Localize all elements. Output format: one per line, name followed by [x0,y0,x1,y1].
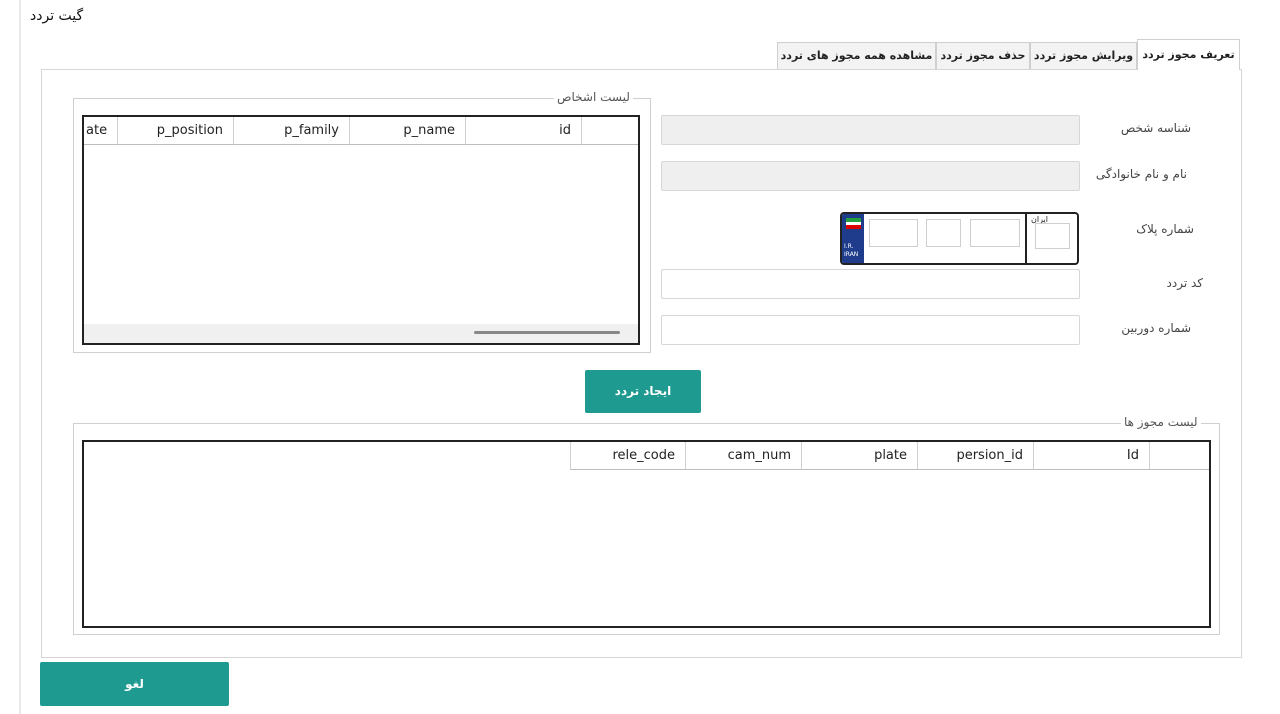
row-header-column [1150,442,1209,470]
person-id-label: شناسه شخص [1120,121,1191,135]
license-plate-input: I.R. IRAN ایران [840,212,1079,265]
permits-list-title: لیست مجوز ها [1121,415,1201,429]
plate-country-strip: I.R. IRAN [842,214,864,263]
tab-define-permit[interactable]: تعریف مجوز تردد [1137,39,1240,70]
column-header[interactable]: plate [802,442,918,470]
window-border [19,0,21,714]
column-header[interactable]: persion_id [918,442,1034,470]
person-id-field[interactable] [661,115,1080,145]
traffic-code-label: کد تردد [1166,276,1203,290]
column-header[interactable]: rele_code [570,442,686,470]
camera-number-field[interactable] [661,315,1080,345]
plate-label: شماره پلاک [1136,222,1194,236]
traffic-code-field[interactable] [661,269,1080,299]
column-header[interactable]: p_position [118,117,234,145]
persons-table[interactable]: ate p_position p_family p_name id [82,115,640,345]
column-header[interactable]: id [466,117,582,145]
column-header[interactable]: cam_num [686,442,802,470]
window-title: گیت تردد [30,8,84,24]
persons-list-title: لیست اشخاص [554,90,633,104]
column-header[interactable]: Id [1034,442,1150,470]
permits-table[interactable]: rele_code cam_num plate persion_id Id [82,440,1211,628]
plate-region-input[interactable] [1035,223,1070,249]
plate-part2-input[interactable] [970,219,1020,247]
scrollbar-thumb[interactable] [474,331,620,334]
cancel-button[interactable]: لغو [40,662,229,706]
full-name-label: نام و نام خانوادگی [1095,167,1187,181]
camera-number-label: شماره دوربین [1121,321,1191,335]
tab-delete-permit[interactable]: حذف مجوز تردد [936,42,1030,69]
permits-table-header: rele_code cam_num plate persion_id Id [570,442,1209,470]
plate-divider [1025,214,1027,263]
persons-table-header: ate p_position p_family p_name id [84,117,638,145]
persons-table-hscrollbar[interactable] [84,324,638,343]
column-header[interactable]: ate [84,117,118,145]
column-header[interactable]: p_family [234,117,350,145]
iran-flag-icon [846,218,861,229]
plate-country-text: I.R. IRAN [844,243,859,258]
create-traffic-button[interactable]: ایجاد تردد [585,370,701,413]
column-header[interactable]: p_name [350,117,466,145]
tab-view-all-permits[interactable]: مشاهده همه مجوز های تردد [777,42,936,69]
row-header-column [582,117,638,145]
full-name-field[interactable] [661,161,1080,191]
plate-part1-input[interactable] [869,219,918,247]
tab-edit-permit[interactable]: ویرایش مجوز تردد [1030,42,1137,69]
plate-letter-select[interactable] [926,219,961,247]
